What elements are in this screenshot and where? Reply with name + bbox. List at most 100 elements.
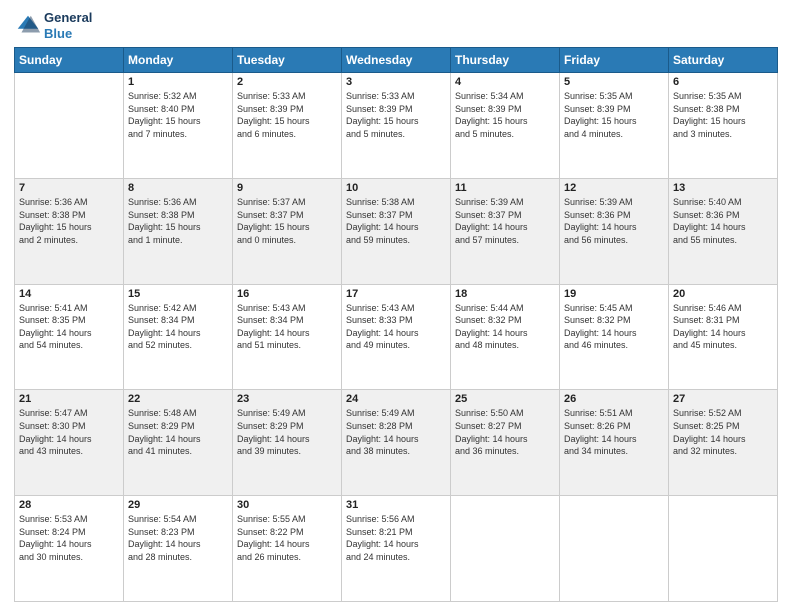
cell-info: Sunrise: 5:53 AM Sunset: 8:24 PM Dayligh… [19, 513, 119, 563]
calendar-cell: 22 Sunrise: 5:48 AM Sunset: 8:29 PM Dayli… [124, 390, 233, 496]
day-number: 4 [455, 76, 555, 88]
calendar-cell: 19 Sunrise: 5:45 AM Sunset: 8:32 PM Dayli… [560, 284, 669, 390]
calendar-cell: 5 Sunrise: 5:35 AM Sunset: 8:39 PM Daylig… [560, 73, 669, 179]
cell-info: Sunrise: 5:56 AM Sunset: 8:21 PM Dayligh… [346, 513, 446, 563]
calendar-cell: 2Sunrise: 5:33 AM Sunset: 8:39 PM Daylig… [233, 73, 342, 179]
cell-info: Sunrise: 5:50 AM Sunset: 8:27 PM Dayligh… [455, 407, 555, 457]
calendar-cell: 7Sunrise: 5:36 AM Sunset: 8:38 PM Daylig… [15, 178, 124, 284]
day-number: 23 [237, 393, 337, 405]
day-number: 30 [237, 499, 337, 511]
calendar-day-header: Tuesday [233, 48, 342, 73]
cell-info: Sunrise: 5:45 AM Sunset: 8:32 PM Dayligh… [564, 302, 664, 352]
calendar-cell [451, 496, 560, 602]
day-number: 8 [128, 182, 228, 194]
cell-info: Sunrise: 5:51 AM Sunset: 8:26 PM Dayligh… [564, 407, 664, 457]
calendar-cell: 1 Sunrise: 5:32 AM Sunset: 8:40 PM Daylig… [124, 73, 233, 179]
cell-info: Sunrise: 5:49 AM Sunset: 8:29 PM Dayligh… [237, 407, 337, 457]
calendar-cell: 11Sunrise: 5:39 AM Sunset: 8:37 PM Dayli… [451, 178, 560, 284]
day-number: 20 [673, 288, 773, 300]
calendar-cell: 29 Sunrise: 5:54 AM Sunset: 8:23 PM Dayli… [124, 496, 233, 602]
cell-info: Sunrise: 5:52 AM Sunset: 8:25 PM Dayligh… [673, 407, 773, 457]
page: General Blue SundayMondayTuesdayWednesda… [0, 0, 792, 612]
calendar-cell: 21 Sunrise: 5:47 AM Sunset: 8:30 PM Dayli… [15, 390, 124, 496]
cell-info: Sunrise: 5:33 AM Sunset: 8:39 PM Dayligh… [237, 90, 337, 140]
cell-info: Sunrise: 5:42 AM Sunset: 8:34 PM Dayligh… [128, 302, 228, 352]
day-number: 26 [564, 393, 664, 405]
calendar-cell [669, 496, 778, 602]
day-number: 29 [128, 499, 228, 511]
cell-info: Sunrise: 5:43 AM Sunset: 8:33 PM Dayligh… [346, 302, 446, 352]
calendar-cell: 25 Sunrise: 5:50 AM Sunset: 8:27 PM Dayli… [451, 390, 560, 496]
calendar-cell: 20 Sunrise: 5:46 AM Sunset: 8:31 PM Dayli… [669, 284, 778, 390]
calendar-cell: 31 Sunrise: 5:56 AM Sunset: 8:21 PM Dayli… [342, 496, 451, 602]
cell-info: Sunrise: 5:46 AM Sunset: 8:31 PM Dayligh… [673, 302, 773, 352]
logo-text: General Blue [44, 10, 92, 41]
cell-info: Sunrise: 5:37 AM Sunset: 8:37 PM Dayligh… [237, 196, 337, 246]
day-number: 25 [455, 393, 555, 405]
calendar-cell: 13 Sunrise: 5:40 AM Sunset: 8:36 PM Dayli… [669, 178, 778, 284]
logo-icon [14, 12, 42, 40]
calendar-cell: 26 Sunrise: 5:51 AM Sunset: 8:26 PM Dayli… [560, 390, 669, 496]
cell-info: Sunrise: 5:47 AM Sunset: 8:30 PM Dayligh… [19, 407, 119, 457]
calendar-table: SundayMondayTuesdayWednesdayThursdayFrid… [14, 47, 778, 602]
cell-info: Sunrise: 5:54 AM Sunset: 8:23 PM Dayligh… [128, 513, 228, 563]
cell-info: Sunrise: 5:48 AM Sunset: 8:29 PM Dayligh… [128, 407, 228, 457]
calendar-week-row: 1 Sunrise: 5:32 AM Sunset: 8:40 PM Daylig… [15, 73, 778, 179]
day-number: 16 [237, 288, 337, 300]
cell-info: Sunrise: 5:41 AM Sunset: 8:35 PM Dayligh… [19, 302, 119, 352]
calendar-day-header: Friday [560, 48, 669, 73]
calendar-cell: 16Sunrise: 5:43 AM Sunset: 8:34 PM Dayli… [233, 284, 342, 390]
calendar-cell: 10Sunrise: 5:38 AM Sunset: 8:37 PM Dayli… [342, 178, 451, 284]
day-number: 21 [19, 393, 119, 405]
calendar-week-row: 7Sunrise: 5:36 AM Sunset: 8:38 PM Daylig… [15, 178, 778, 284]
calendar-cell: 17Sunrise: 5:43 AM Sunset: 8:33 PM Dayli… [342, 284, 451, 390]
cell-info: Sunrise: 5:49 AM Sunset: 8:28 PM Dayligh… [346, 407, 446, 457]
calendar-cell: 4 Sunrise: 5:34 AM Sunset: 8:39 PM Daylig… [451, 73, 560, 179]
day-number: 3 [346, 76, 446, 88]
calendar-cell: 24 Sunrise: 5:49 AM Sunset: 8:28 PM Dayli… [342, 390, 451, 496]
calendar-week-row: 21 Sunrise: 5:47 AM Sunset: 8:30 PM Dayli… [15, 390, 778, 496]
day-number: 9 [237, 182, 337, 194]
calendar-day-header: Sunday [15, 48, 124, 73]
calendar-cell: 15Sunrise: 5:42 AM Sunset: 8:34 PM Dayli… [124, 284, 233, 390]
calendar-day-header: Thursday [451, 48, 560, 73]
day-number: 28 [19, 499, 119, 511]
calendar-cell: 27 Sunrise: 5:52 AM Sunset: 8:25 PM Dayli… [669, 390, 778, 496]
calendar-day-header: Monday [124, 48, 233, 73]
cell-info: Sunrise: 5:39 AM Sunset: 8:37 PM Dayligh… [455, 196, 555, 246]
calendar-cell [15, 73, 124, 179]
logo: General Blue [14, 10, 92, 41]
calendar-cell: 12Sunrise: 5:39 AM Sunset: 8:36 PM Dayli… [560, 178, 669, 284]
day-number: 27 [673, 393, 773, 405]
cell-info: Sunrise: 5:35 AM Sunset: 8:39 PM Dayligh… [564, 90, 664, 140]
cell-info: Sunrise: 5:55 AM Sunset: 8:22 PM Dayligh… [237, 513, 337, 563]
day-number: 1 [128, 76, 228, 88]
day-number: 19 [564, 288, 664, 300]
cell-info: Sunrise: 5:32 AM Sunset: 8:40 PM Dayligh… [128, 90, 228, 140]
calendar-cell: 9 Sunrise: 5:37 AM Sunset: 8:37 PM Daylig… [233, 178, 342, 284]
calendar-cell [560, 496, 669, 602]
day-number: 14 [19, 288, 119, 300]
cell-info: Sunrise: 5:34 AM Sunset: 8:39 PM Dayligh… [455, 90, 555, 140]
cell-info: Sunrise: 5:35 AM Sunset: 8:38 PM Dayligh… [673, 90, 773, 140]
day-number: 13 [673, 182, 773, 194]
cell-info: Sunrise: 5:36 AM Sunset: 8:38 PM Dayligh… [128, 196, 228, 246]
day-number: 5 [564, 76, 664, 88]
calendar-week-row: 28 Sunrise: 5:53 AM Sunset: 8:24 PM Dayli… [15, 496, 778, 602]
calendar-cell: 23 Sunrise: 5:49 AM Sunset: 8:29 PM Dayli… [233, 390, 342, 496]
cell-info: Sunrise: 5:33 AM Sunset: 8:39 PM Dayligh… [346, 90, 446, 140]
calendar-cell: 3 Sunrise: 5:33 AM Sunset: 8:39 PM Daylig… [342, 73, 451, 179]
cell-info: Sunrise: 5:40 AM Sunset: 8:36 PM Dayligh… [673, 196, 773, 246]
day-number: 24 [346, 393, 446, 405]
day-number: 6 [673, 76, 773, 88]
cell-info: Sunrise: 5:36 AM Sunset: 8:38 PM Dayligh… [19, 196, 119, 246]
calendar-cell: 28 Sunrise: 5:53 AM Sunset: 8:24 PM Dayli… [15, 496, 124, 602]
day-number: 31 [346, 499, 446, 511]
cell-info: Sunrise: 5:44 AM Sunset: 8:32 PM Dayligh… [455, 302, 555, 352]
calendar-cell: 30 Sunrise: 5:55 AM Sunset: 8:22 PM Dayli… [233, 496, 342, 602]
day-number: 22 [128, 393, 228, 405]
cell-info: Sunrise: 5:38 AM Sunset: 8:37 PM Dayligh… [346, 196, 446, 246]
header: General Blue [14, 10, 778, 41]
calendar-day-header: Wednesday [342, 48, 451, 73]
calendar-cell: 8 Sunrise: 5:36 AM Sunset: 8:38 PM Daylig… [124, 178, 233, 284]
